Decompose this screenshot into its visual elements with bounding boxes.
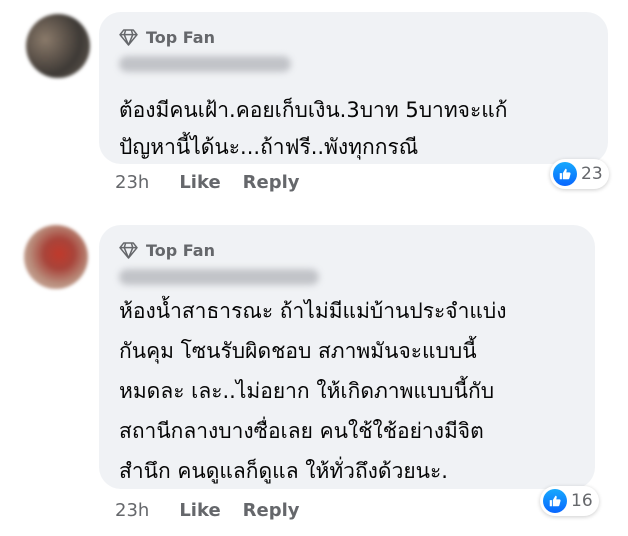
timestamp[interactable]: 23h: [115, 500, 149, 521]
reply-button[interactable]: Reply: [243, 500, 300, 521]
comment-line: สำนึก คนดูแลก็ดูแล ให้ทั่วถึงด้วยนะ.: [119, 459, 448, 483]
comment-line: กันคุม โซนรับผิดชอบ สภาพมันจะแบบนี้: [119, 339, 477, 363]
author-name-blurred[interactable]: [119, 269, 319, 285]
thumbs-up-icon: [543, 489, 567, 513]
reaction-summary[interactable]: 23: [550, 159, 609, 189]
comment-text: ต้องมีคนเฝ้า.คอยเก็บเงิน.3บาท 5บาทจะแก้ …: [119, 92, 594, 166]
like-button[interactable]: Like: [179, 172, 220, 193]
badge-label: Top Fan: [146, 27, 215, 47]
comment-text: ห้องน้ำสาธารณะ ถ้าไม่มีแม่บ้านประจำแบ่ง …: [119, 291, 581, 491]
top-fan-badge: Top Fan: [119, 239, 215, 261]
badge-label: Top Fan: [146, 240, 215, 260]
author-name-blurred[interactable]: [119, 56, 291, 72]
reaction-count: 23: [581, 164, 603, 184]
reaction-summary[interactable]: 16: [540, 486, 599, 516]
like-button[interactable]: Like: [179, 500, 220, 521]
comment-line: สถานีกลางบางซื่อเลย คนใช้ใช้อย่างมีจิต: [119, 419, 484, 443]
comment-actions: 23h Like Reply: [115, 172, 300, 193]
timestamp[interactable]: 23h: [115, 172, 149, 193]
comment-actions: 23h Like Reply: [115, 500, 300, 521]
thumbs-up-icon: [553, 162, 577, 186]
comment-line: ปัญหานี้ได้นะ...ถ้าฟรี..พังทุกกรณี: [119, 135, 419, 159]
comment-line: หมดละ เละ..ไม่อยาก ให้เกิดภาพแบบนี้กับ: [119, 379, 495, 403]
diamond-icon: [119, 28, 138, 46]
avatar[interactable]: [26, 14, 90, 78]
reaction-count: 16: [571, 491, 593, 511]
avatar[interactable]: [24, 225, 88, 289]
comment-bubble: Top Fan ต้องมีคนเฝ้า.คอยเก็บเงิน.3บาท 5บ…: [99, 12, 608, 164]
reply-button[interactable]: Reply: [243, 172, 300, 193]
diamond-icon: [119, 241, 138, 259]
comment-bubble: Top Fan ห้องน้ำสาธารณะ ถ้าไม่มีแม่บ้านปร…: [99, 225, 595, 489]
comment-line: ห้องน้ำสาธารณะ ถ้าไม่มีแม่บ้านประจำแบ่ง: [119, 299, 507, 323]
comment-line: ต้องมีคนเฝ้า.คอยเก็บเงิน.3บาท 5บาทจะแก้: [119, 98, 508, 122]
top-fan-badge: Top Fan: [119, 26, 215, 48]
